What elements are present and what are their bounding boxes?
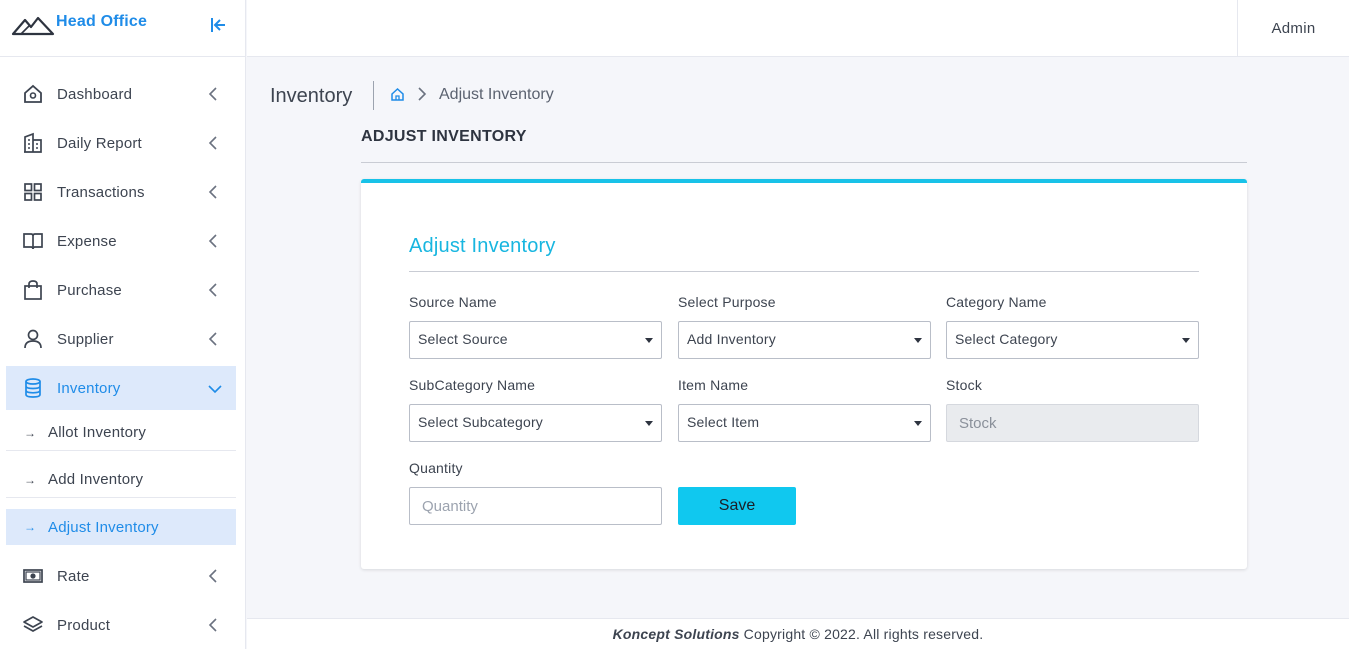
card-title: Adjust Inventory — [409, 235, 556, 257]
sidebar-subitem-label: Add Inventory — [48, 471, 144, 488]
user-menu[interactable]: Admin — [1237, 0, 1349, 57]
chevron-left-icon — [208, 332, 217, 346]
stock-label: Stock — [946, 377, 983, 393]
book-icon — [22, 230, 44, 252]
chevron-right-icon — [418, 87, 427, 101]
home-icon — [22, 83, 44, 105]
chevron-left-icon — [208, 87, 217, 101]
sidebar-item-label: Product — [57, 616, 111, 634]
sidebar-item-label: Transactions — [57, 183, 145, 201]
chevron-left-icon — [208, 618, 217, 632]
purpose-label: Select Purpose — [678, 294, 776, 310]
database-icon — [22, 377, 44, 399]
divider — [409, 271, 1199, 272]
brand-name: Head Office — [56, 13, 148, 30]
arrow-right-icon: → — [24, 520, 36, 534]
divider — [361, 162, 1247, 163]
source-name-label: Source Name — [409, 294, 497, 310]
chevron-left-icon — [208, 234, 217, 248]
adjust-inventory-card: Adjust Inventory Source Name Select Sour… — [361, 179, 1247, 569]
chevron-left-icon — [208, 283, 217, 297]
sidebar-item-daily-report[interactable]: Daily Report — [6, 121, 236, 165]
purpose-select-value: Add Inventory — [687, 331, 776, 347]
sidebar-item-label: Supplier — [57, 330, 114, 348]
footer-copyright: Copyright © 2022. All rights reserved. — [743, 626, 984, 642]
source-select-value: Select Source — [418, 331, 508, 347]
brand: Head Office — [0, 0, 245, 57]
category-select-value: Select Category — [955, 331, 1058, 347]
caret-down-icon — [645, 421, 653, 426]
breadcrumb-current: Adjust Inventory — [439, 86, 554, 103]
home-icon[interactable] — [390, 87, 405, 102]
chevron-left-icon — [208, 569, 217, 583]
sidebar: Head Office Dashboard Daily Report Trans… — [0, 0, 246, 649]
sidebar-item-rate[interactable]: Rate — [6, 554, 236, 598]
breadcrumb-divider — [373, 81, 374, 110]
sidebar-item-label: Inventory — [57, 379, 121, 397]
quantity-label: Quantity — [409, 460, 463, 476]
sidebar-item-supplier[interactable]: Supplier — [6, 317, 236, 361]
sidebar-item-dashboard[interactable]: Dashboard — [6, 72, 236, 116]
sidebar-item-inventory[interactable]: Inventory — [6, 366, 236, 410]
caret-down-icon — [914, 421, 922, 426]
sidebar-subitem-label: Adjust Inventory — [48, 518, 159, 536]
user-icon — [22, 328, 44, 350]
layers-icon — [22, 614, 44, 636]
sidebar-item-product[interactable]: Product — [6, 603, 236, 647]
footer-company: Koncept Solutions — [612, 626, 740, 642]
chevron-down-icon — [208, 385, 222, 394]
grid-icon — [22, 181, 44, 203]
sidebar-item-label: Rate — [57, 567, 90, 585]
topbar: Admin — [247, 0, 1349, 57]
category-name-label: Category Name — [946, 294, 1047, 310]
subcategory-name-label: SubCategory Name — [409, 377, 536, 393]
building-icon — [22, 132, 44, 154]
purpose-select[interactable]: Add Inventory — [678, 321, 931, 359]
item-name-label: Item Name — [678, 377, 749, 393]
save-button[interactable]: Save — [678, 487, 796, 525]
sidebar-item-transactions[interactable]: Transactions — [6, 170, 236, 214]
sidebar-subitem-add-inventory[interactable]: → Add Inventory — [6, 462, 236, 498]
sidebar-item-expense[interactable]: Expense — [6, 219, 236, 263]
sidebar-item-label: Expense — [57, 232, 117, 250]
sidebar-subitem-label: Allot Inventory — [48, 424, 147, 441]
chevron-left-icon — [208, 136, 217, 150]
sidebar-item-label: Purchase — [57, 281, 122, 299]
item-select-value: Select Item — [687, 414, 760, 430]
stock-field — [946, 404, 1199, 442]
mountain-logo-icon — [11, 16, 55, 36]
item-select[interactable]: Select Item — [678, 404, 931, 442]
subcategory-select[interactable]: Select Subcategory — [409, 404, 662, 442]
collapse-sidebar-icon[interactable] — [208, 15, 228, 35]
caret-down-icon — [645, 338, 653, 343]
chevron-left-icon — [208, 185, 217, 199]
sidebar-subitem-adjust-inventory[interactable]: → Adjust Inventory — [6, 509, 236, 545]
footer: Koncept Solutions Copyright © 2022. All … — [247, 618, 1349, 649]
sidebar-item-label: Dashboard — [57, 85, 133, 103]
arrow-right-icon: → — [24, 472, 36, 487]
sidebar-item-purchase[interactable]: Purchase — [6, 268, 236, 312]
caret-down-icon — [1182, 338, 1190, 343]
caret-down-icon — [914, 338, 922, 343]
source-select[interactable]: Select Source — [409, 321, 662, 359]
subcategory-select-value: Select Subcategory — [418, 414, 544, 430]
section-heading: ADJUST INVENTORY — [361, 128, 527, 145]
page-title: Inventory — [270, 85, 353, 107]
sidebar-item-label: Daily Report — [57, 134, 142, 152]
shopping-bag-icon — [22, 279, 44, 301]
cash-icon — [22, 565, 44, 587]
category-select[interactable]: Select Category — [946, 321, 1199, 359]
quantity-field[interactable] — [409, 487, 662, 525]
arrow-right-icon: → — [24, 425, 36, 440]
sidebar-subitem-allot-inventory[interactable]: → Allot Inventory — [6, 415, 236, 451]
